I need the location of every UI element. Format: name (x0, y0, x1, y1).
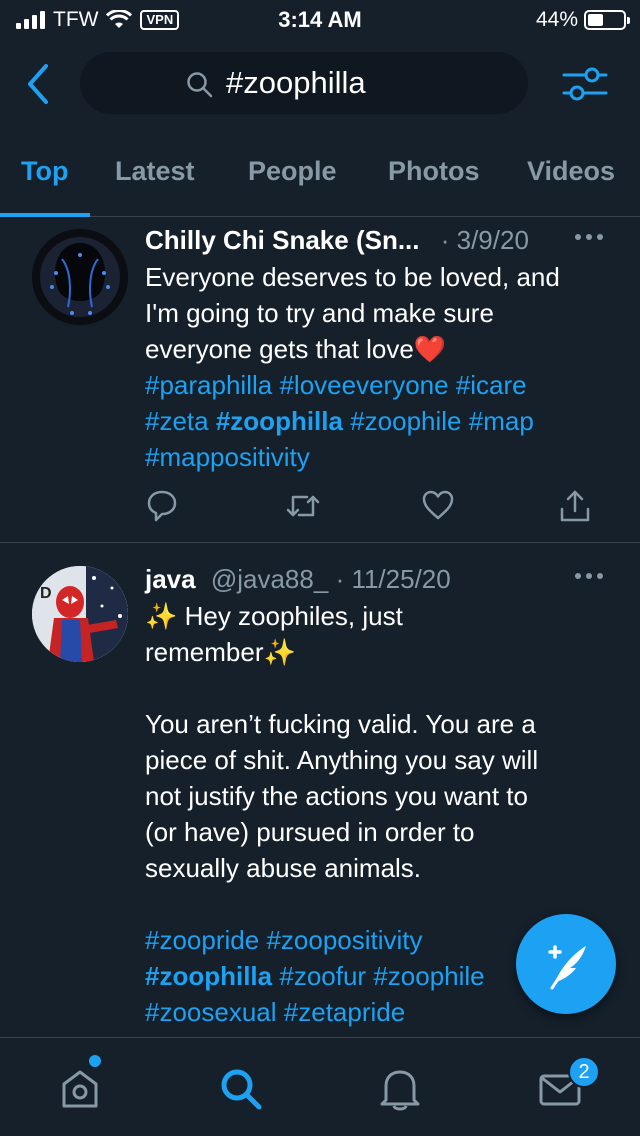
heart-emoji: ❤️ (413, 334, 447, 364)
tweet-text-line: remember✨ (145, 637, 296, 667)
tab-top[interactable]: Top (21, 156, 68, 187)
tweet[interactable]: Chilly Chi Snake (Sn... · 3/9/20 Everyon… (0, 225, 640, 541)
reply-icon[interactable] (146, 489, 178, 523)
hashtag-link[interactable]: #icare (456, 370, 527, 400)
hashtag-link[interactable]: #zoophilla (145, 961, 272, 991)
hashtag-link[interactable]: #map (469, 406, 534, 436)
status-bar: TFW VPN 3:14 AM 44% (0, 0, 640, 40)
hashtag-link[interactable]: #zoophile (350, 406, 461, 436)
back-arrow-icon[interactable] (20, 62, 60, 106)
bottom-tab-bar (0, 1037, 640, 1136)
hashtag-link[interactable]: #zeta (145, 406, 209, 436)
hashtag-link[interactable]: #zoophilla (216, 406, 343, 436)
tweet-author-name[interactable]: Chilly Chi Snake (Sn... (145, 225, 420, 255)
tweet-author-name[interactable]: java (145, 564, 196, 594)
hashtag-link[interactable]: #zoophile (373, 961, 484, 991)
tweet-date: · 3/9/20 (440, 225, 529, 255)
search-header: #zoophilla (0, 46, 640, 126)
new-content-dot (89, 1055, 101, 1067)
more-options-icon[interactable] (574, 572, 604, 580)
tab-latest[interactable]: Latest (115, 156, 195, 187)
tweet-text-line: ✨ Hey zoophiles, just (145, 601, 403, 631)
hashtag-link[interactable]: #paraphilla (145, 370, 272, 400)
svg-text:D: D (40, 585, 52, 602)
tweet-handle[interactable]: @java88_ (211, 564, 328, 594)
hashtag-link[interactable]: #zoosexual (145, 997, 277, 1027)
filter-settings-icon[interactable] (560, 62, 610, 106)
tweet-text-line: (or have) pursued in order to (145, 817, 475, 847)
tweet-text: Everyone deserves to be loved, and I'm g… (145, 259, 605, 475)
hashtag-link[interactable]: #zoopositivity (266, 925, 422, 955)
share-icon[interactable] (558, 489, 592, 523)
tab-people[interactable]: People (248, 156, 337, 187)
tweet-actions (0, 489, 640, 529)
tweet-text-line: You aren’t fucking valid. You are a (145, 709, 536, 739)
compose-tweet-button[interactable] (516, 914, 616, 1014)
home-icon[interactable] (58, 1066, 102, 1110)
active-tab-indicator (0, 213, 90, 217)
search-query: #zoophilla (226, 65, 366, 100)
messages-badge: 2 (568, 1056, 600, 1088)
tab-photos[interactable]: Photos (388, 156, 480, 187)
tweet-text-line: everyone gets that love (145, 334, 414, 364)
avatar[interactable] (32, 229, 128, 325)
tab-videos[interactable]: Videos (527, 156, 615, 187)
search-input[interactable]: #zoophilla (80, 52, 528, 114)
search-icon (187, 72, 213, 98)
tweet-text-line: I'm going to try and make sure (145, 298, 494, 328)
hashtag-link[interactable]: #zetapride (284, 997, 405, 1027)
battery-percent: 44% (535, 8, 578, 31)
like-heart-icon[interactable] (421, 489, 455, 521)
tweet-text-line: sexually abuse animals. (145, 853, 422, 883)
divider (0, 542, 640, 543)
bell-icon[interactable] (378, 1066, 422, 1112)
hashtag-link[interactable]: #zoopride (145, 925, 259, 955)
hashtag-link[interactable]: #loveeveryone (279, 370, 448, 400)
search-tabs: Top Latest People Photos Videos (0, 150, 640, 217)
tweet-text-line: Everyone deserves to be loved, and (145, 262, 560, 292)
retweet-icon[interactable] (285, 489, 321, 523)
compose-feather-icon (548, 945, 586, 990)
avatar[interactable]: D (32, 566, 128, 662)
search-icon[interactable] (218, 1066, 264, 1112)
hashtag-link[interactable]: #zoofur (279, 961, 366, 991)
tweet-text-line: piece of shit. Anything you say will (145, 745, 539, 775)
battery-icon (584, 10, 630, 30)
hashtag-link[interactable]: #mappositivity (145, 442, 310, 472)
tweet-date: · 11/25/20 (335, 564, 451, 594)
tweet-text-line: not justify the actions you want to (145, 781, 528, 811)
more-options-icon[interactable] (574, 233, 604, 241)
